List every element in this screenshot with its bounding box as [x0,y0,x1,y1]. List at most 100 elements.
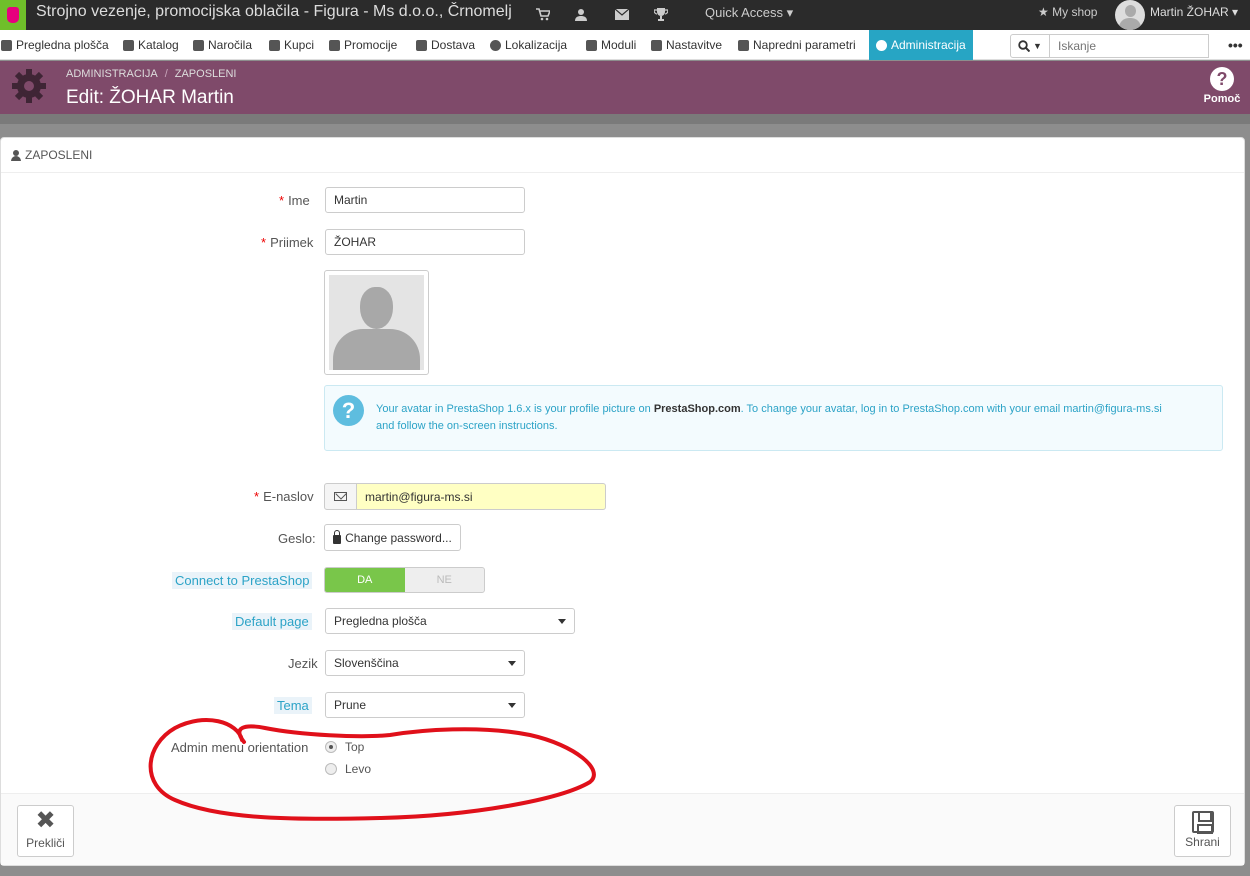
avatar [324,270,429,375]
shop-title[interactable]: Strojno vezenje, promocijska oblačila - … [36,3,512,21]
gear-icon [12,69,46,103]
switch-option-no[interactable]: NE [405,568,485,592]
header-shadow [0,114,1250,124]
theme-label: Tema [274,697,312,714]
username-label: Martin ŽOHAR [1150,5,1229,19]
nav-item-customers[interactable]: Kupci [269,30,314,60]
email-field[interactable]: martin@figura-ms.si [357,483,606,510]
hand-icon [7,7,19,23]
puzzle-icon [586,39,597,51]
envelope-icon [324,483,357,510]
default-page-value: Pregledna plošča [334,614,427,628]
user-menu[interactable]: Martin ŽOHAR ▾ [1150,5,1238,19]
change-password-button[interactable]: Change password... [324,524,461,551]
radio-button[interactable] [325,741,337,753]
wrench-icon [651,39,662,51]
save-icon [1191,811,1214,834]
dashboard-icon [1,39,12,51]
radio-option-left[interactable]: Levo [325,762,371,776]
nav-item-catalog[interactable]: Katalog [123,30,179,60]
caret-down-icon: ▼ [1033,41,1042,51]
first-name-input[interactable]: Martin [325,187,525,213]
change-password-label: Change password... [345,530,452,545]
nav-label: Naročila [208,38,253,52]
panel-footer: ✖ Prekliči Shrani [1,793,1244,865]
trophy-icon[interactable] [653,6,669,22]
nav-item-shipping[interactable]: Dostava [416,30,475,60]
employee-form-panel: ZAPOSLENI [0,137,1245,866]
radio-label: Top [345,740,365,754]
save-button[interactable]: Shrani [1174,805,1231,857]
radio-button[interactable] [325,763,337,775]
globe-icon [490,39,501,51]
breadcrumb: ADMINISTRACIJA / ZAPOSLENI [66,68,237,80]
nav-item-orders[interactable]: Naročila [193,30,252,60]
panel-heading: ZAPOSLENI [1,138,1244,173]
nav-label: Dostava [431,38,476,52]
close-icon: ✖ [35,807,56,834]
nav-item-advanced-parameters[interactable]: Napredni parametri [738,30,856,60]
connect-prestashop-switch[interactable]: DA NE [324,567,485,593]
question-icon: ? [333,395,364,426]
top-bar: Strojno vezenje, promocijska oblačila - … [0,0,1250,30]
breadcrumb-item[interactable]: ADMINISTRACIJA [66,68,158,80]
star-icon: ★ [1038,5,1049,19]
nav-item-preferences[interactable]: Nastavitve [651,30,722,60]
my-shop-link[interactable]: ★ My shop [1038,5,1097,19]
language-select[interactable]: Slovenščina [325,650,525,676]
radio-option-top[interactable]: Top [325,740,364,754]
gear-icon [876,39,887,51]
theme-value: Prune [334,698,367,712]
first-name-label: * Ime [279,193,310,208]
language-label: Jezik [288,656,318,671]
quick-access-menu[interactable]: Quick Access ▾ [705,5,793,21]
last-name-input[interactable]: ŽOHAR [325,229,525,255]
menu-orientation-label: Admin menu orientation [171,740,309,755]
cancel-button[interactable]: ✖ Prekliči [17,805,74,857]
nav-item-localization[interactable]: Lokalizacija [490,30,567,60]
radio-label: Levo [345,762,372,776]
panel-heading-label: ZAPOSLENI [25,148,93,162]
prestashop-logo[interactable] [0,0,26,30]
default-page-label: Default page [232,613,312,630]
cogs-icon [738,39,749,51]
nav-label: Administracija [891,38,966,52]
nav-item-administration[interactable]: Administracija [869,30,973,60]
theme-select[interactable]: Prune [325,692,525,718]
breadcrumb-item[interactable]: ZAPOSLENI [175,68,237,80]
nav-label: Kupci [284,38,315,52]
envelope-icon[interactable] [614,6,630,22]
credit-card-icon [193,39,204,51]
page-header: ADMINISTRACIJA / ZAPOSLENI Edit: ŽOHAR Mar… [0,61,1250,114]
page-title: Edit: ŽOHAR Martin [66,87,234,108]
my-shop-label: My shop [1052,5,1098,19]
nav-label: Pregledna plošča [16,38,109,52]
nav-label: Nastavitve [666,38,723,52]
cancel-label: Prekliči [26,836,65,850]
caret-down-icon [558,619,566,624]
cart-icon[interactable] [535,6,551,22]
switch-option-yes[interactable]: DA [325,568,405,592]
more-menu-icon[interactable]: ••• [1228,37,1243,53]
nav-item-promotions[interactable]: Promocije [329,30,397,60]
search-icon [1018,40,1031,52]
nav-item-dashboard[interactable]: Pregledna plošča [1,30,109,60]
search-input[interactable] [1050,34,1209,58]
nav-label: Lokalizacija [505,38,568,52]
nav-item-modules[interactable]: Moduli [586,30,636,60]
nav-label: Moduli [601,38,637,52]
avatar-info-text: Your avatar in PrestaShop 1.6.x is your … [376,403,1162,432]
help-button[interactable]: ? Pomoč [1201,67,1243,105]
default-page-select[interactable]: Pregledna plošča [325,608,575,634]
nav-label: Promocije [344,38,398,52]
user-icon [11,149,21,161]
search-type-button[interactable]: ▼ [1010,34,1050,58]
help-label: Pomoč [1203,93,1241,105]
user-avatar[interactable] [1115,0,1145,30]
book-icon [123,39,134,51]
customer-icon[interactable] [573,6,589,22]
caret-down-icon [508,661,516,666]
email-label: * E-naslov [254,489,314,504]
lock-icon [333,529,342,544]
nav-label: Napredni parametri [753,38,856,52]
